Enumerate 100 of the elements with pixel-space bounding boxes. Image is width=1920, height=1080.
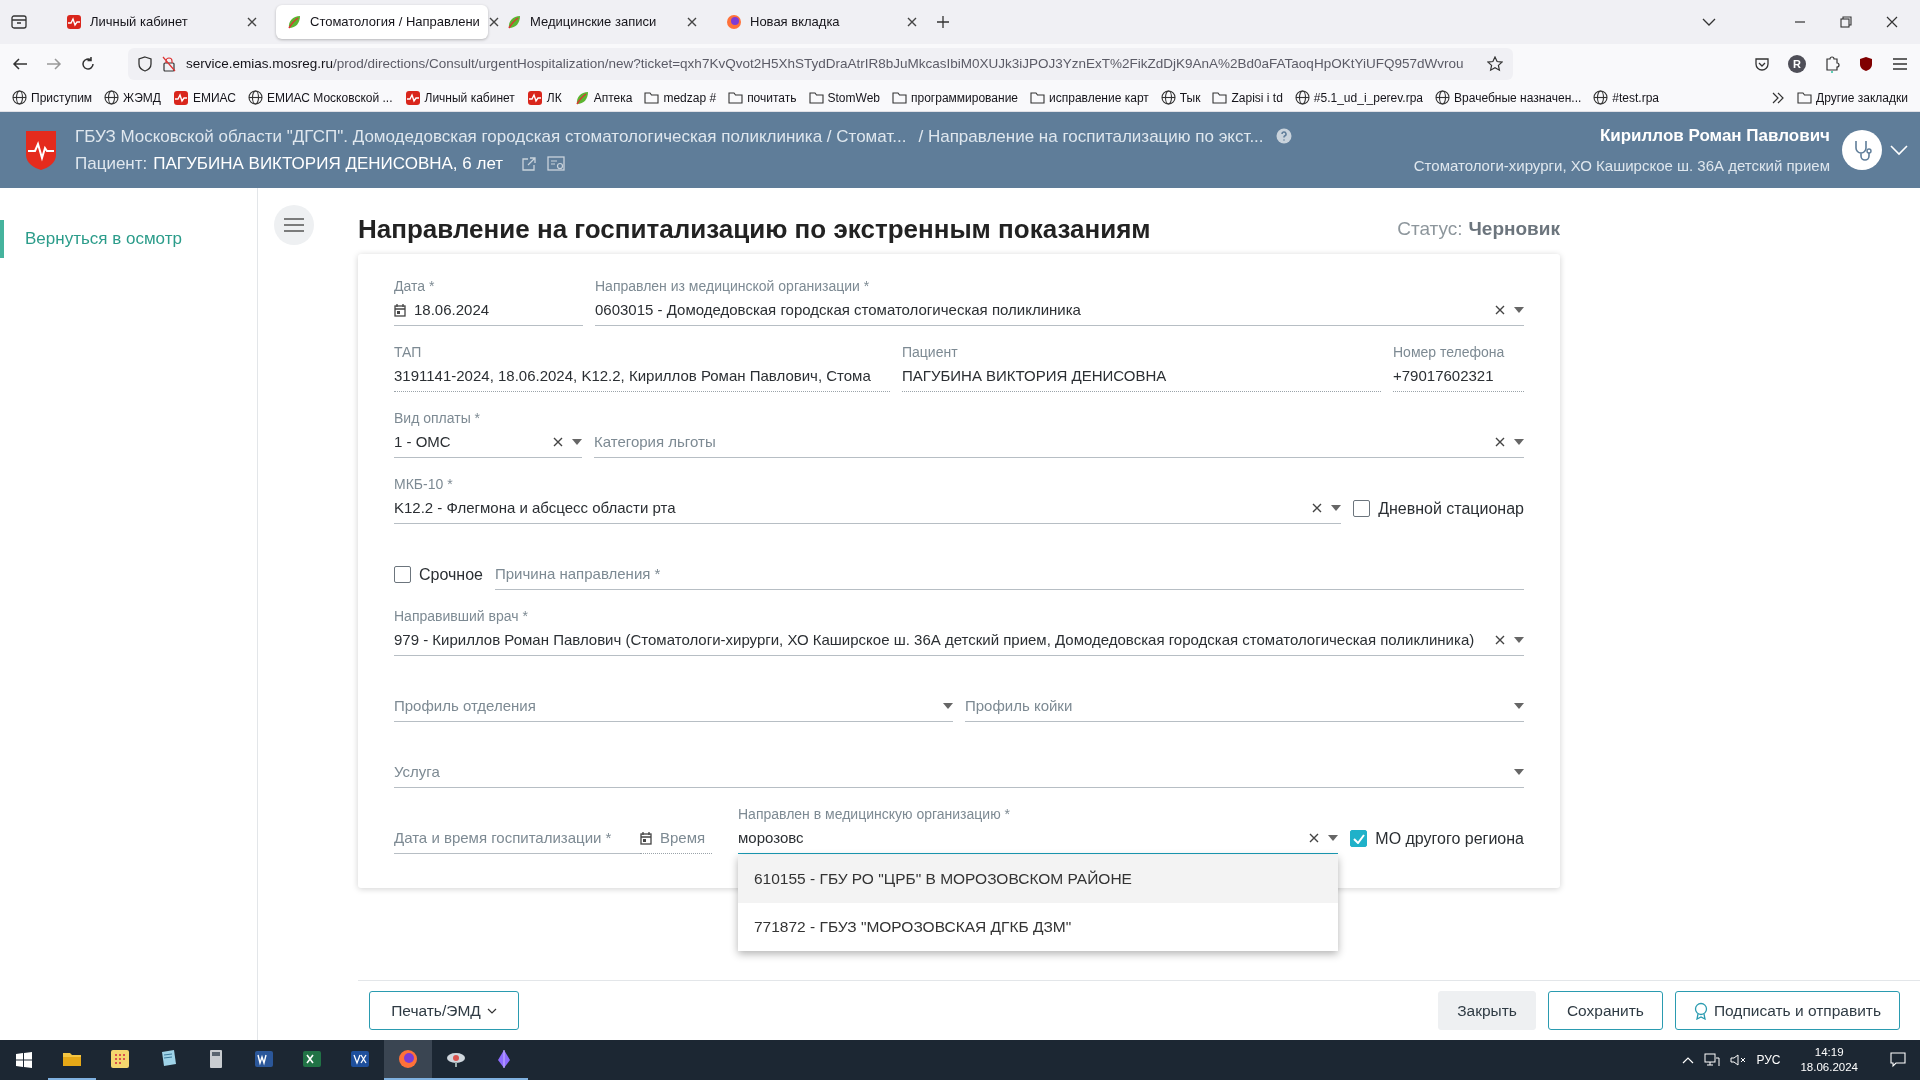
caret-down-icon[interactable]	[572, 439, 582, 445]
pocket-icon[interactable]	[1754, 56, 1770, 72]
bookmark-link[interactable]: программирование	[911, 88, 1019, 107]
star-icon[interactable]	[1487, 56, 1503, 72]
chevron-up-icon[interactable]	[1682, 1056, 1695, 1064]
spreadsheet-icon[interactable]	[302, 1049, 322, 1069]
sign-button[interactable]: Подписать и отправить	[1674, 991, 1900, 1030]
bookmark-link[interactable]: Аптека	[593, 88, 633, 107]
leaf-icon	[506, 14, 522, 30]
close-button[interactable]: Закрыть	[1438, 991, 1536, 1030]
globe-icon	[1294, 90, 1310, 105]
puzzle-icon[interactable]	[1824, 55, 1840, 73]
forward-icon[interactable]	[46, 57, 62, 71]
time-field[interactable]: Время	[640, 823, 712, 854]
print-button[interactable]: Печать/ЭМД	[369, 991, 519, 1030]
browser-tab[interactable]: Новая вкладка	[716, 5, 928, 39]
bookmark-link[interactable]: Zapisi i td	[1231, 88, 1283, 107]
chevron-down-icon[interactable]	[1702, 17, 1716, 27]
clear-icon[interactable]	[1308, 832, 1321, 844]
select-field[interactable]: Категория льготы	[594, 427, 1524, 458]
menu-icon[interactable]	[1892, 57, 1908, 71]
card-icon[interactable]	[547, 155, 566, 172]
grid-icon[interactable]	[110, 1049, 130, 1069]
folder-icon	[644, 91, 660, 104]
bookmark-link[interactable]: StomWeb	[827, 88, 880, 107]
browser-tab[interactable]: Личный кабинет	[56, 5, 268, 39]
dropdown-option[interactable]: 771872 - ГБУЗ "МОРОЗОВСКАЯ ДГКБ ДЗМ"	[738, 903, 1339, 951]
word-icon[interactable]	[254, 1049, 274, 1069]
vx-icon[interactable]	[350, 1049, 370, 1069]
bookmark-link[interactable]: ЛК	[546, 88, 562, 107]
select-field[interactable]: Профиль койки	[965, 691, 1524, 722]
save-button[interactable]: Сохранить	[1547, 991, 1663, 1030]
combobox-field[interactable]: морозовс	[738, 823, 1339, 854]
bookmark-link[interactable]: Тык	[1179, 88, 1201, 107]
field-label: Вид оплаты *	[394, 410, 482, 427]
stethoscope-avatar-icon[interactable]	[1842, 130, 1882, 170]
restore-icon[interactable]	[1840, 16, 1852, 28]
caret-down-icon[interactable]	[1514, 439, 1524, 445]
select-field[interactable]: Услуга	[394, 757, 1524, 788]
bookmark-link[interactable]: ЖЭМД	[123, 88, 161, 107]
notification-icon[interactable]	[1890, 1052, 1906, 1068]
tab-list-icon[interactable]	[10, 14, 28, 30]
profile-avatar[interactable]: R	[1788, 55, 1806, 73]
caret-down-icon[interactable]	[1514, 769, 1524, 775]
windows-logo-icon[interactable]	[16, 1052, 32, 1068]
menu-button[interactable]	[274, 205, 314, 245]
clear-icon[interactable]	[1494, 634, 1506, 646]
close-icon[interactable]	[906, 16, 918, 28]
bookmark-link[interactable]: ЕМИАС	[192, 88, 236, 107]
select-field[interactable]: K12.2 - Флегмона и абсцесс области рта	[394, 493, 1342, 524]
close-icon[interactable]	[686, 16, 698, 28]
fox-logo-icon[interactable]	[398, 1049, 418, 1069]
help-icon[interactable]	[1275, 128, 1292, 145]
bookmark-link[interactable]: Врачебные назначен...	[1454, 88, 1582, 107]
bookmark-link[interactable]: #5.1_ud_i_perev.rpa	[1313, 88, 1424, 107]
bookmark-link[interactable]: Приступим	[31, 88, 93, 107]
clear-icon[interactable]	[1494, 304, 1506, 316]
external-link-icon[interactable]	[521, 155, 538, 172]
caret-down-icon[interactable]	[943, 703, 953, 709]
text-field[interactable]: Причина направления *	[494, 559, 1524, 590]
shield-extension-icon[interactable]	[1858, 56, 1874, 72]
checkbox-label: Дневной стационар	[1378, 498, 1524, 519]
caret-down-icon[interactable]	[1514, 703, 1524, 709]
browser-tab[interactable]: Медицинские записи	[496, 5, 708, 39]
bookmark-link[interactable]: medzap #	[663, 88, 717, 107]
back-icon[interactable]	[12, 57, 28, 71]
caret-down-icon[interactable]	[1328, 835, 1339, 841]
plus-icon[interactable]	[936, 15, 950, 29]
bookmark-link[interactable]: исправление карт	[1049, 88, 1149, 107]
dropdown-option[interactable]: 610155 - ГБУ РО "ЦРБ" В МОРОЗОВСКОМ РАЙОНЕ	[738, 855, 1339, 903]
select-field[interactable]: 0603015 - Домодедовская городская стоматологическая поликлиника	[595, 295, 1524, 326]
close-icon[interactable]	[487, 16, 500, 28]
checkbox[interactable]	[394, 566, 411, 583]
address-bar[interactable]: service.emias.mosreg.ru/prod/directions/Consult/urgentHospitalization/new?ticket=qxh7KvQvot2H5XhSTydDraAtrIR8bJuMkcasIbiM0XUJk3iJPOJ3YznExT%2FikZdDjK9AnA%2Bd0aFATaoqHpOKtYiUFQ957dWvrou	[128, 48, 1513, 80]
breadcrumb-current: / Направление на госпитализацию по экст...	[918, 125, 1264, 148]
close-icon[interactable]	[1886, 16, 1898, 28]
caret-down-icon[interactable]	[1331, 505, 1342, 511]
bookmark-link[interactable]: почитать	[747, 88, 797, 107]
bookmark-link[interactable]: Другие закладки	[1816, 88, 1908, 107]
bookmark-link[interactable]: ЕМИАС Московской ...	[266, 88, 393, 107]
clear-icon[interactable]	[1494, 436, 1506, 448]
bookmark-link[interactable]: #test.rpa	[1612, 88, 1660, 107]
caret-down-icon[interactable]	[1514, 307, 1524, 313]
select-field[interactable]: 979 - Кириллов Роман Павлович (Стоматологи-хирурги, ХО Каширское ш. 36А детский прием, Домодедовская городская стоматологическая поликлиника)	[394, 625, 1524, 656]
date-field[interactable]: Дата и время госпитализации *	[394, 823, 640, 854]
select-field[interactable]: 1 - ОМС	[394, 427, 582, 458]
close-icon[interactable]	[246, 16, 258, 28]
select-field[interactable]: Профиль отделения	[394, 691, 953, 722]
checkbox[interactable]	[1353, 500, 1371, 517]
double-chevron-icon[interactable]	[1771, 91, 1786, 104]
network-icon[interactable]	[1704, 1053, 1721, 1067]
checkbox[interactable]	[1350, 830, 1368, 847]
bookmark-link[interactable]: Личный кабинет	[424, 88, 515, 107]
reload-icon[interactable]	[80, 56, 96, 72]
date-field[interactable]: 18.06.2024	[394, 295, 583, 326]
caret-down-icon[interactable]	[1514, 637, 1524, 643]
speaker-icon[interactable]	[1730, 1053, 1747, 1067]
clear-icon[interactable]	[1311, 502, 1324, 514]
language-indicator[interactable]: РУС	[1756, 1051, 1781, 1069]
clear-icon[interactable]	[552, 436, 564, 448]
